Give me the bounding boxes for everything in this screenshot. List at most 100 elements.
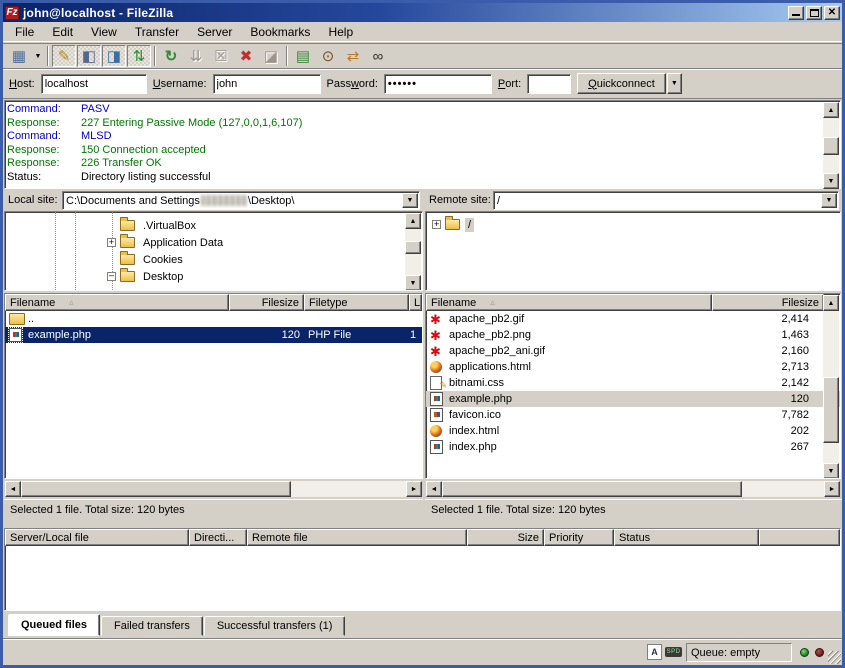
host-input[interactable] <box>41 74 147 94</box>
scroll-thumb[interactable] <box>405 241 421 254</box>
remote-site-combo[interactable]: / ▼ <box>493 191 839 210</box>
maximize-button[interactable] <box>806 6 822 20</box>
scroll-down-icon[interactable]: ▼ <box>405 275 421 291</box>
file-row[interactable]: favicon.ico 7,782 <box>426 407 840 423</box>
toggle-queue-icon[interactable]: ⇅ <box>127 45 151 67</box>
local-tree-item[interactable]: Cookies <box>107 251 422 268</box>
reconnect-icon[interactable]: ◪ <box>259 45 283 67</box>
scroll-right-icon[interactable]: ► <box>406 481 422 497</box>
queue-tab[interactable]: Failed transfers <box>101 616 203 636</box>
queue-tab[interactable]: Queued files <box>8 614 100 636</box>
tree-expander-icon[interactable] <box>432 220 441 229</box>
file-row[interactable]: .. <box>5 311 422 327</box>
remote-hscrollbar[interactable]: ◄ ► <box>426 481 840 497</box>
statusbar: A SPD Queue: empty <box>3 638 842 665</box>
scroll-up-icon[interactable]: ▲ <box>405 213 421 229</box>
scroll-left-icon[interactable]: ◄ <box>5 481 21 497</box>
resize-grip[interactable] <box>828 651 841 664</box>
local-hscrollbar[interactable]: ◄ ► <box>5 481 422 497</box>
menu-item[interactable]: Help <box>319 22 362 42</box>
file-row[interactable]: apache_pb2.gif 2,414 <box>426 311 840 327</box>
scroll-right-icon[interactable]: ► <box>824 481 840 497</box>
titlebar[interactable]: Fz john@localhost - FileZilla ✕ <box>3 3 842 22</box>
quickconnect-dropdown[interactable]: ▼ <box>667 73 682 94</box>
column-header-filesize[interactable]: Filesize <box>712 294 824 311</box>
scroll-left-icon[interactable]: ◄ <box>426 481 442 497</box>
queue-column-header[interactable]: Size <box>467 529 544 546</box>
tree-expander-icon[interactable] <box>107 255 116 264</box>
menu-item[interactable]: File <box>6 22 43 42</box>
log-scrollbar[interactable]: ▲ ▼ <box>823 102 839 189</box>
file-row[interactable]: index.html 202 <box>426 423 840 439</box>
speed-limit-icon[interactable]: SPD <box>665 647 682 657</box>
queue-column-header[interactable]: Directi... <box>189 529 247 546</box>
quickconnect-button[interactable]: Quickconnect <box>577 73 666 94</box>
scroll-thumb[interactable] <box>823 377 839 443</box>
tree-expander-icon[interactable] <box>107 272 116 281</box>
queue-column-header[interactable]: Priority <box>544 529 614 546</box>
local-tree-item[interactable]: Application Data <box>107 234 422 251</box>
menu-item[interactable]: Server <box>188 22 241 42</box>
file-row[interactable]: bitnami.css 2,142 <box>426 375 840 391</box>
sync-browse-icon[interactable]: ⇄ <box>341 45 365 67</box>
disconnect-icon[interactable]: ✖ <box>234 45 258 67</box>
column-header-filename[interactable]: Filename▵ <box>5 294 229 311</box>
queue-column-header[interactable]: Status <box>614 529 759 546</box>
process-queue-icon[interactable]: ⇊ <box>184 45 208 67</box>
column-header-last-modified[interactable]: L <box>409 294 422 311</box>
log-line: Response: 227 Entering Passive Mode (127… <box>7 117 820 131</box>
app-icon[interactable]: Fz <box>5 6 19 20</box>
file-row[interactable]: example.php 120 <box>426 391 840 407</box>
scroll-thumb[interactable] <box>442 481 742 497</box>
scroll-up-icon[interactable]: ▲ <box>823 102 839 118</box>
file-row[interactable]: example.php 120 PHP File 1 <box>5 327 422 343</box>
toggle-log-icon[interactable]: ✎ <box>52 45 76 67</box>
local-tree-item[interactable]: .VirtualBox <box>107 217 422 234</box>
scroll-down-icon[interactable]: ▼ <box>823 463 839 479</box>
username-input[interactable] <box>213 74 321 94</box>
minimize-button[interactable] <box>788 6 804 20</box>
column-header-filetype[interactable]: Filetype <box>304 294 409 311</box>
host-label: Host: <box>9 78 35 90</box>
menu-item[interactable]: View <box>82 22 126 42</box>
scroll-up-icon[interactable]: ▲ <box>823 295 839 311</box>
site-manager-dropdown[interactable]: ▼ <box>32 45 44 67</box>
queue-tab[interactable]: Successful transfers (1) <box>204 616 346 636</box>
compare-icon[interactable]: ⊙ <box>316 45 340 67</box>
local-tree-scrollbar[interactable]: ▲ ▼ <box>405 213 421 291</box>
menu-item[interactable]: Bookmarks <box>241 22 319 42</box>
cancel-icon[interactable]: ☒ <box>209 45 233 67</box>
filter-icon[interactable]: ▤ <box>291 45 315 67</box>
close-button[interactable]: ✕ <box>824 6 840 20</box>
file-row[interactable]: index.php 267 <box>426 439 840 455</box>
file-row[interactable]: apache_pb2_ani.gif 2,160 <box>426 343 840 359</box>
column-header-filename[interactable]: Filename▵ <box>426 294 712 311</box>
scroll-down-icon[interactable]: ▼ <box>823 173 839 189</box>
menu-item[interactable]: Edit <box>43 22 82 42</box>
port-input[interactable] <box>527 74 571 94</box>
site-manager-icon[interactable]: ▦ <box>7 45 31 67</box>
scroll-thumb[interactable] <box>823 137 839 155</box>
file-row[interactable]: apache_pb2.png 1,463 <box>426 327 840 343</box>
toggle-local-tree-icon[interactable]: ◧ <box>77 45 101 67</box>
local-site-combo[interactable]: C:\Documents and Settings\Desktop\ ▼ <box>62 191 420 210</box>
remote-file-list: Filename▵ Filesize apache_pb2.gif 2,414 … <box>425 293 841 479</box>
combo-dropdown-icon[interactable]: ▼ <box>402 193 418 208</box>
remote-list-scrollbar[interactable]: ▲ ▼ <box>823 295 839 479</box>
toggle-remote-tree-icon[interactable]: ◨ <box>102 45 126 67</box>
local-tree-item[interactable]: Desktop <box>107 268 422 285</box>
combo-dropdown-icon[interactable]: ▼ <box>821 193 837 208</box>
find-icon[interactable]: ∞ <box>366 45 390 67</box>
password-input[interactable] <box>384 74 492 94</box>
scroll-thumb[interactable] <box>21 481 291 497</box>
queue-column-header[interactable]: Remote file <box>247 529 467 546</box>
remote-tree-item[interactable]: / <box>432 216 840 233</box>
tree-expander-icon[interactable] <box>107 238 116 247</box>
column-header-filesize[interactable]: Filesize <box>229 294 304 311</box>
menu-item[interactable]: Transfer <box>126 22 188 42</box>
refresh-icon[interactable]: ↻ <box>159 45 183 67</box>
transfer-type-icon[interactable]: A <box>647 644 662 660</box>
file-row[interactable]: applications.html 2,713 <box>426 359 840 375</box>
tree-expander-icon[interactable] <box>107 221 116 230</box>
queue-column-header[interactable]: Server/Local file <box>5 529 189 546</box>
